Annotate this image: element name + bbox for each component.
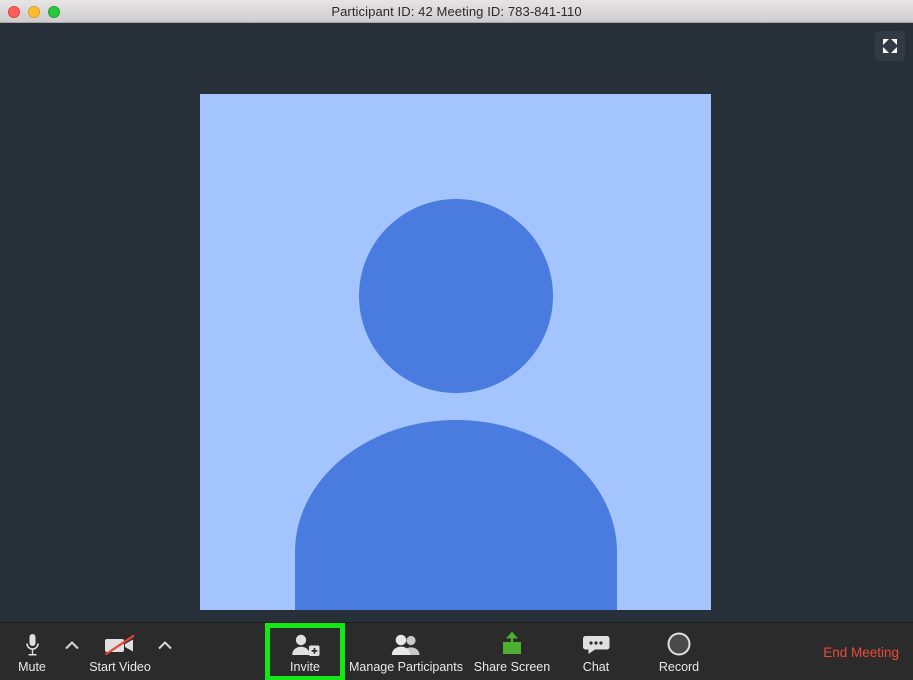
mute-options-chevron-up-icon[interactable] [63, 623, 81, 680]
toolbar-button-record[interactable]: Record [640, 623, 718, 680]
fullscreen-expand-icon[interactable] [875, 31, 905, 61]
default-participant-avatar [359, 199, 553, 393]
toolbar-label-start-video: Start Video [89, 660, 151, 674]
end-meeting-label: End Meeting [823, 645, 899, 660]
toolbar-label-manage-participants: Manage Participants [349, 660, 463, 674]
toolbar-button-chat[interactable]: Chat [566, 623, 626, 680]
video-stage [0, 23, 913, 622]
window-title: Participant ID: 42 Meeting ID: 783-841-1… [0, 0, 913, 23]
toolbar-button-invite[interactable]: Invite [266, 623, 344, 680]
microphone-icon [25, 631, 40, 657]
video-options-chevron-up-icon[interactable] [156, 623, 174, 680]
toolbar-label-share-screen: Share Screen [474, 660, 550, 674]
participant-video-tile[interactable] [200, 94, 711, 610]
toolbar-button-manage-participants[interactable]: Manage Participants [346, 623, 466, 680]
record-circle-icon [666, 631, 692, 657]
window-titlebar: Participant ID: 42 Meeting ID: 783-841-1… [0, 0, 913, 23]
toolbar-button-share-screen[interactable]: Share Screen [466, 623, 558, 680]
toolbar-label-record: Record [659, 660, 699, 674]
toolbar-label-invite: Invite [290, 660, 320, 674]
toolbar-label-mute: Mute [18, 660, 46, 674]
share-screen-icon [498, 631, 526, 657]
toolbar-button-mute[interactable]: Mute [4, 623, 60, 680]
people-icon [390, 631, 422, 657]
toolbar-label-chat: Chat [583, 660, 609, 674]
person-add-icon [290, 631, 320, 657]
avatar-body-shape [295, 420, 617, 610]
chat-bubble-icon [582, 631, 610, 657]
end-meeting-button[interactable]: End Meeting [823, 623, 899, 680]
camera-off-icon [103, 631, 137, 657]
zoom-meeting-window: Participant ID: 42 Meeting ID: 783-841-1… [0, 0, 913, 680]
toolbar-button-start-video[interactable]: Start Video [82, 623, 158, 680]
meeting-toolbar: Mute Start Video [0, 622, 913, 680]
